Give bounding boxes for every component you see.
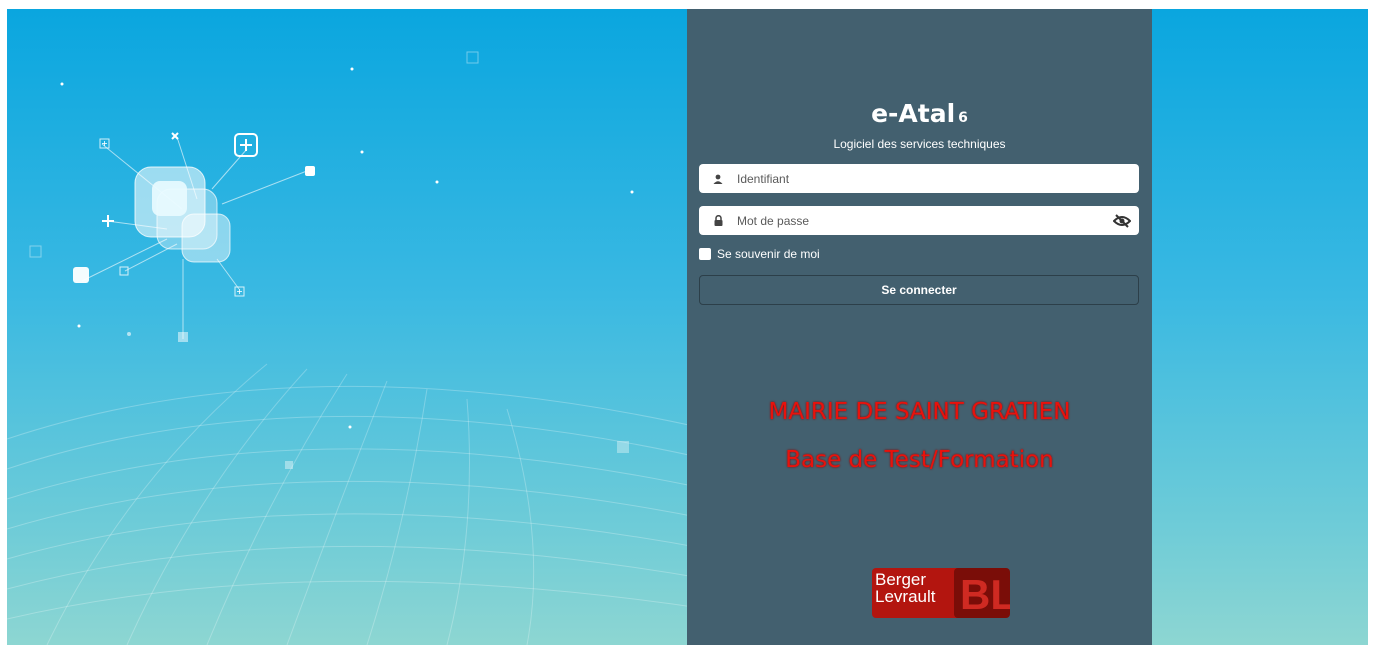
remember-checkbox[interactable] xyxy=(699,248,711,260)
user-icon xyxy=(699,174,737,184)
login-button[interactable]: Se connecter xyxy=(699,275,1139,305)
username-field[interactable] xyxy=(699,164,1139,193)
remember-me[interactable]: Se souvenir de moi xyxy=(699,247,820,261)
environment-label: Base de Test/Formation xyxy=(785,447,1054,473)
login-panel: e-Atal 6 Logiciel des services techniques… xyxy=(687,9,1152,645)
remember-label: Se souvenir de moi xyxy=(717,247,820,261)
eye-slash-icon[interactable] xyxy=(1105,206,1139,235)
app-title: e-Atal 6 xyxy=(687,99,1152,128)
app-subtitle: Logiciel des services techniques xyxy=(833,137,1006,151)
username-input[interactable] xyxy=(737,164,1139,193)
password-input[interactable] xyxy=(737,206,1105,235)
lock-icon xyxy=(699,215,737,226)
login-page: e-Atal 6 Logiciel des services techniques… xyxy=(7,9,1368,645)
app-version: 6 xyxy=(958,110,968,126)
app-name: e-Atal xyxy=(871,99,956,128)
logo-text-line1: Berger xyxy=(875,570,927,589)
berger-levrault-logo: BL Berger Levrault xyxy=(872,568,1016,620)
password-field[interactable] xyxy=(699,206,1139,235)
organization-name: MAIRIE DE SAINT GRATIEN xyxy=(768,399,1071,425)
logo-monogram: BL xyxy=(960,571,1010,618)
logo-text-line2: Levrault xyxy=(875,587,936,606)
